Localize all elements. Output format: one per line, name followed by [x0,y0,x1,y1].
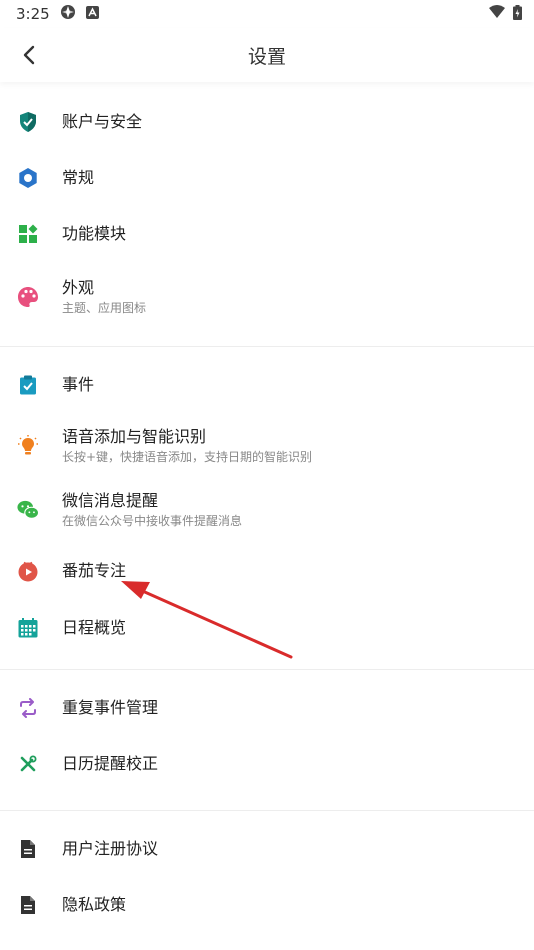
settings-item-subtitle: 长按+键，快捷语音添加，支持日期的智能识别 [62,450,313,464]
lightbulb-icon [17,435,39,457]
chevron-left-icon [23,45,35,65]
settings-item-wechat-reminder[interactable]: 微信消息提醒 在微信公众号中接收事件提醒消息 [0,479,534,541]
settings-item-label: 日历提醒校正 [62,754,159,773]
settings-item-subtitle: 主题、应用图标 [62,301,147,315]
settings-item-calendar-reminder-fix[interactable]: 日历提醒校正 [0,736,534,792]
settings-item-subtitle: 在微信公众号中接收事件提醒消息 [62,514,243,528]
settings-item-repeat-events[interactable]: 重复事件管理 [0,680,534,736]
sync-app-icon [60,4,76,24]
tools-icon [17,753,39,775]
settings-item-label: 账户与安全 [62,112,143,131]
settings-item-label: 功能模块 [62,224,127,243]
status-time: 3:25 [16,5,50,23]
settings-item-label: 重复事件管理 [62,698,159,717]
calendar-grid-icon [17,617,39,639]
settings-item-label: 用户注册协议 [62,839,159,858]
back-button[interactable] [14,40,44,70]
settings-item-label: 隐私政策 [62,895,127,914]
settings-item-general[interactable]: 常规 [0,150,534,206]
status-bar: 3:25 [0,0,534,28]
settings-item-pomodoro[interactable]: 番茄专注 [0,541,534,601]
clipboard-check-icon [17,374,39,396]
settings-item-label: 常规 [62,168,95,187]
settings-list: 账户与安全 常规 功能模块 外观 主题、应用图标 事件 语音添加与智能识别 长按… [0,94,534,933]
a-notification-icon [85,5,99,23]
wechat-icon [17,499,39,521]
settings-item-appearance[interactable]: 外观 主题、应用图标 [0,262,534,332]
page-title: 设置 [247,45,286,68]
app-bar: 设置 [0,28,534,82]
settings-item-events[interactable]: 事件 [0,357,534,413]
document-icon [17,838,39,860]
modules-icon [17,223,39,245]
repeat-icon [17,697,39,719]
shield-icon [17,111,39,133]
settings-item-schedule-overview[interactable]: 日程概览 [0,601,534,655]
settings-item-modules[interactable]: 功能模块 [0,206,534,262]
settings-item-user-agreement[interactable]: 用户注册协议 [0,821,534,877]
settings-item-label: 外观 [62,278,95,297]
settings-item-voice-add[interactable]: 语音添加与智能识别 长按+键，快捷语音添加，支持日期的智能识别 [0,413,534,479]
palette-icon [17,286,39,308]
settings-item-label: 事件 [62,375,95,394]
wifi-icon [489,5,505,23]
settings-item-account-security[interactable]: 账户与安全 [0,94,534,150]
tomato-icon [17,560,39,582]
settings-item-label: 日程概览 [62,618,127,637]
battery-icon [513,4,522,24]
settings-item-label: 微信消息提醒 [62,491,159,510]
document-icon [17,894,39,916]
settings-item-label: 语音添加与智能识别 [62,427,207,446]
settings-item-label: 番茄专注 [62,561,127,580]
settings-item-privacy-policy[interactable]: 隐私政策 [0,877,534,933]
gear-icon [17,167,39,189]
